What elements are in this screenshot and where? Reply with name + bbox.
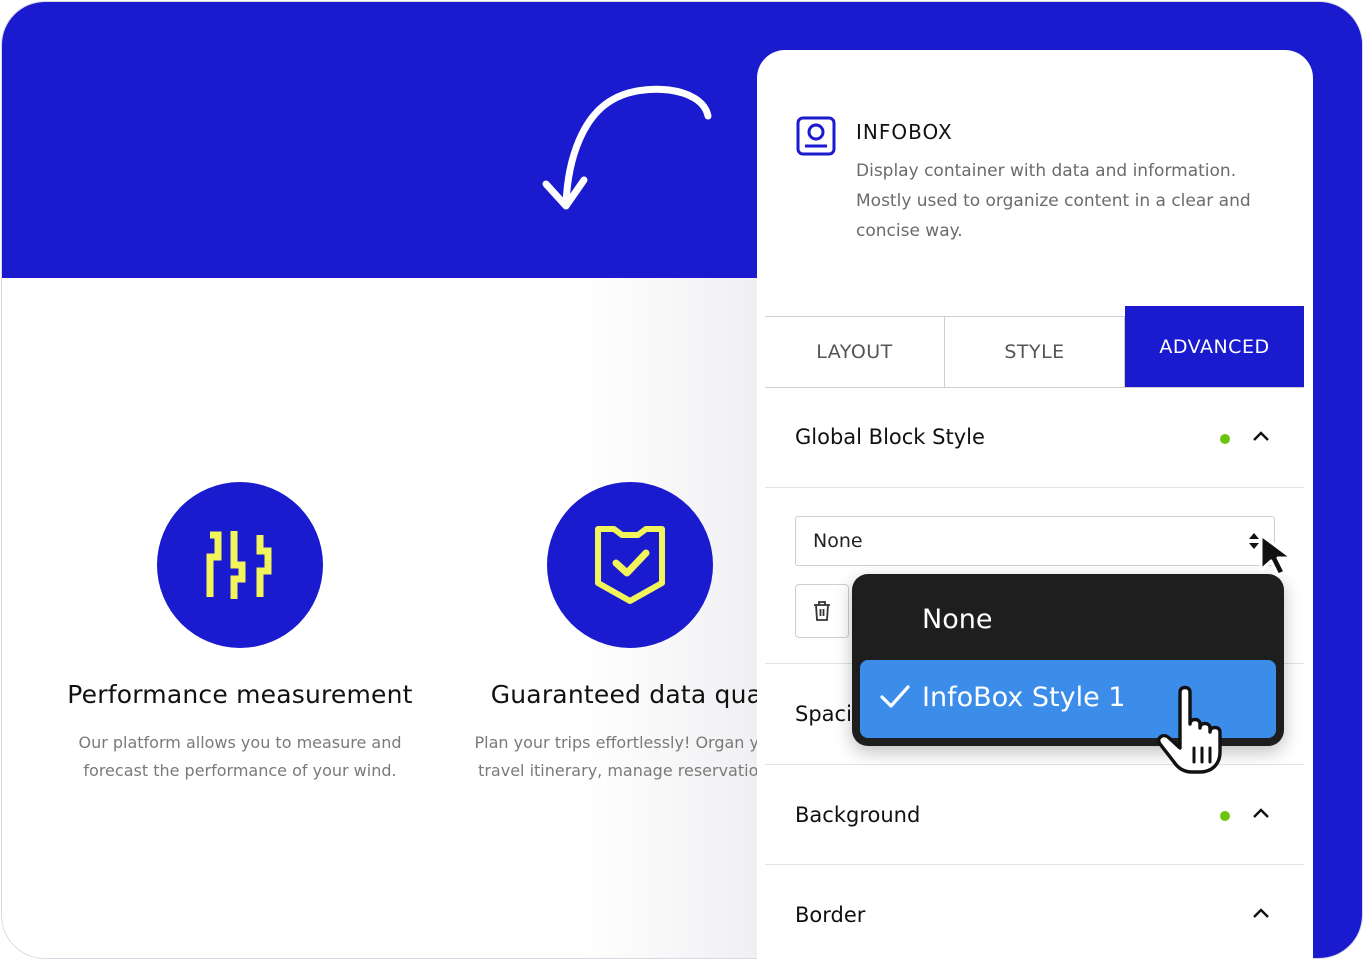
feature-card: Performance measurement Our platform all… xyxy=(50,482,430,785)
tab-advanced[interactable]: ADVANCED xyxy=(1125,306,1304,387)
chevron-up-icon[interactable] xyxy=(1252,907,1270,919)
section-global-block-style[interactable]: Global Block Style xyxy=(765,388,1304,488)
shield-check-icon xyxy=(595,526,665,604)
panel-title: INFOBOX xyxy=(856,120,953,144)
status-dot xyxy=(1220,434,1230,444)
infobox-icon xyxy=(796,116,836,156)
feature-title: Performance measurement xyxy=(67,680,413,709)
section-border[interactable]: Border xyxy=(765,865,1304,960)
feature-title: Guaranteed data qual xyxy=(490,680,759,709)
section-label: Global Block Style xyxy=(795,425,985,449)
chevron-up-icon[interactable] xyxy=(1252,807,1270,819)
chevron-up-icon[interactable] xyxy=(1252,430,1270,442)
select-value: None xyxy=(813,530,863,552)
global-style-select[interactable]: None xyxy=(795,516,1275,566)
mouse-pointer-icon xyxy=(1259,533,1294,577)
feature-icon-circle xyxy=(157,482,323,648)
feature-card: Guaranteed data qual Plan your trips eff… xyxy=(440,482,759,785)
tab-layout[interactable]: LAYOUT xyxy=(765,316,945,387)
panel-description: Display container with data and informat… xyxy=(856,161,1251,241)
feature-description: Our platform allows you to measure and f… xyxy=(78,733,402,780)
status-dot xyxy=(1220,811,1230,821)
section-label: Spaci xyxy=(795,702,852,726)
checkmark-icon xyxy=(880,685,910,708)
curved-arrow-icon xyxy=(542,85,712,210)
settings-panel: INFOBOX Display container with data and … xyxy=(757,50,1313,960)
trash-icon xyxy=(814,601,830,621)
section-label: Background xyxy=(795,803,921,827)
feature-description: Plan your trips effortlessly! Organ your… xyxy=(474,733,760,780)
panel-tabs: LAYOUT STYLE ADVANCED xyxy=(765,306,1304,388)
section-label: Border xyxy=(795,903,866,927)
dropdown-option-label: InfoBox Style 1 xyxy=(922,682,1126,713)
tab-style[interactable]: STYLE xyxy=(945,316,1125,387)
dropdown-option-none[interactable]: None xyxy=(922,604,992,635)
hand-pointer-icon xyxy=(1157,685,1222,774)
delete-button[interactable] xyxy=(795,584,849,638)
features-clip: Performance measurement Our platform all… xyxy=(2,278,759,958)
sliders-icon xyxy=(206,531,272,599)
section-background[interactable]: Background xyxy=(765,765,1304,865)
feature-icon-circle xyxy=(547,482,713,648)
